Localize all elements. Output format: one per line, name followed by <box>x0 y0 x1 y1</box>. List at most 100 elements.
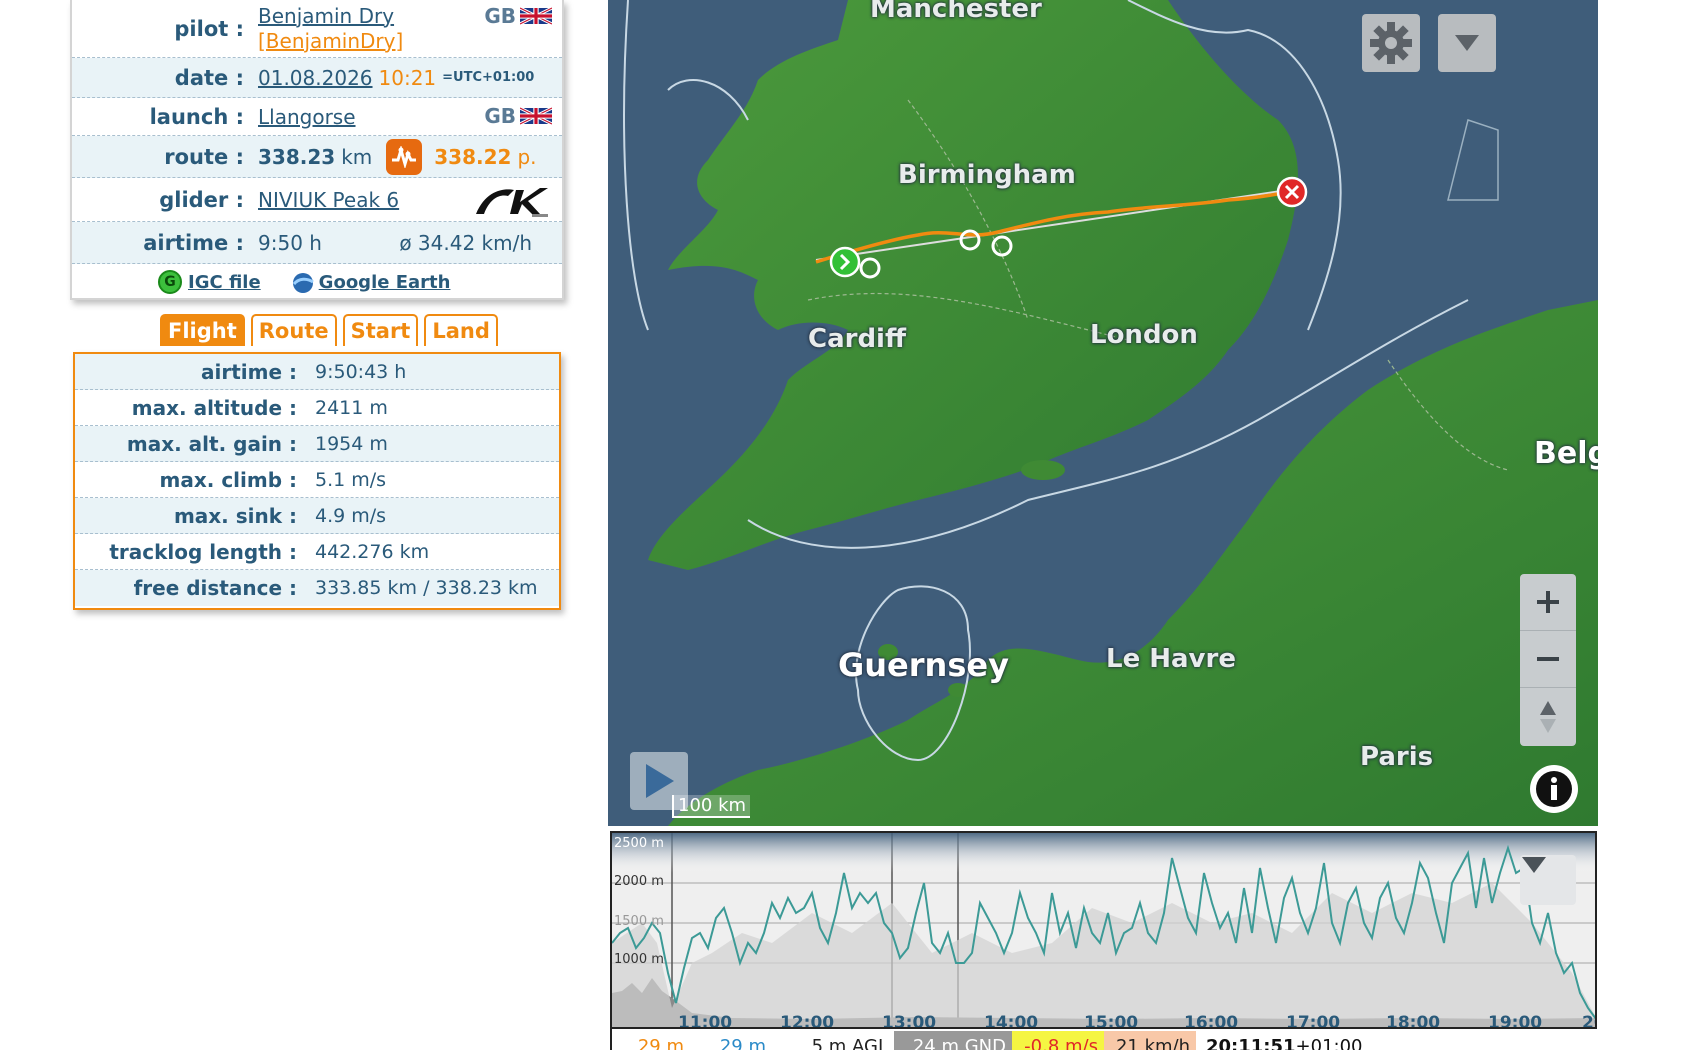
x-axis-label: 13:00 <box>882 1013 936 1029</box>
google-earth-link[interactable]: Google Earth <box>319 272 451 293</box>
info-icon <box>1536 771 1572 807</box>
pilot-label: pilot : <box>174 16 244 41</box>
y-axis-label: 2500 m <box>614 836 664 851</box>
stat-row: max. sink : 4.9 m/s <box>75 498 559 534</box>
tab-flight[interactable]: Flight <box>160 314 245 346</box>
map-label-manchester: Manchester <box>870 0 1042 24</box>
stat-row: max. altitude : 2411 m <box>75 390 559 426</box>
launch-country-code: GB <box>484 104 516 128</box>
pilot-country-code: GB <box>484 4 516 28</box>
stat-row: tracklog length : 442.276 km <box>75 534 559 570</box>
stat-value: 4.9 m/s <box>315 504 387 527</box>
gnd-value: 24 m GND <box>894 1031 1012 1050</box>
airtime-row: airtime : 9:50 h ø 34.42 km/h <box>72 222 562 264</box>
x-axis-label: 20 <box>1582 1013 1597 1029</box>
altitude-chart: 2500 m 2000 m 1500 m 1000 m 11:00 12:00 … <box>612 833 1597 1029</box>
minus-icon <box>1537 657 1559 661</box>
stat-label: max. sink : <box>173 503 297 528</box>
time-value: 10:21 <box>378 65 437 90</box>
download-row: G IGC file Google Earth <box>72 264 562 300</box>
glider-link[interactable]: NIVIUK Peak 6 <box>258 188 399 212</box>
date-label: date : <box>174 65 244 90</box>
plus-icon <box>1537 591 1559 613</box>
tab-land[interactable]: Land <box>424 314 498 346</box>
stat-row: free distance : 333.85 km / 338.23 km <box>75 570 559 606</box>
map-label-belgium: Belg <box>1534 436 1598 471</box>
stat-label: max. climb : <box>159 467 297 492</box>
pilot-country: GB <box>484 4 552 28</box>
glider-row: glider : NIVIUK Peak 6 <box>72 178 562 222</box>
x-axis-label: 15:00 <box>1084 1013 1138 1029</box>
map-menu-button[interactable] <box>1438 14 1496 72</box>
flight-tabs: Flight Route Start Land <box>160 314 498 346</box>
y-axis-label: 1000 m <box>614 952 664 967</box>
pilot-handle-link[interactable]: [BenjaminDry] <box>258 29 403 54</box>
stat-row: airtime : 9:50:43 h <box>75 354 559 390</box>
profile-fade <box>612 833 1595 873</box>
route-points-unit: p. <box>517 144 537 169</box>
route-label: route : <box>164 144 244 169</box>
timezone-value: =UTC+01:00 <box>442 70 535 85</box>
gps-altitude: 29 m <box>637 1035 684 1050</box>
agl-value: 5 m AGL <box>811 1035 888 1050</box>
speed-value: 21 km/h <box>1104 1031 1196 1050</box>
launch-country: GB <box>484 104 552 128</box>
launch-row: launch : Llangorse GB <box>72 98 562 136</box>
avg-speed-value: ø 34.42 km/h <box>399 230 532 255</box>
tab-start[interactable]: Start <box>342 314 419 346</box>
map-label-le-havre: Le Havre <box>1106 644 1236 674</box>
profile-collapse-button[interactable] <box>1520 855 1576 905</box>
x-axis-label: 18:00 <box>1386 1013 1440 1029</box>
igc-file-link[interactable]: IGC file <box>188 272 261 293</box>
x-axis-label: 14:00 <box>984 1013 1038 1029</box>
stat-row: max. alt. gain : 1954 m <box>75 426 559 462</box>
stat-value: 442.276 km <box>315 540 430 563</box>
y-axis-label: 2000 m <box>614 874 664 889</box>
chevron-down-icon <box>1522 857 1546 873</box>
zoom-out-button[interactable] <box>1520 631 1576 688</box>
compass-button[interactable] <box>1520 688 1576 745</box>
flight-info-panel: pilot : Benjamin Dry [BenjaminDry] GB da… <box>70 0 564 300</box>
x-axis-label: 16:00 <box>1184 1013 1238 1029</box>
track-time-tz: +01:00 <box>1295 1035 1363 1050</box>
flight-map[interactable]: Manchester Birmingham Cardiff London Gue… <box>608 0 1598 826</box>
gear-icon <box>1370 22 1412 64</box>
stat-value: 5.1 m/s <box>315 468 387 491</box>
google-earth-icon <box>292 273 314 293</box>
map-label-paris: Paris <box>1360 742 1434 772</box>
stat-row: max. climb : 5.1 m/s <box>75 462 559 498</box>
uk-flag-icon <box>520 6 552 26</box>
date-row: date : 01.08.2026 10:21 =UTC+01:00 <box>72 58 562 98</box>
stat-label: max. altitude : <box>131 395 297 420</box>
glider-label: glider : <box>159 187 244 212</box>
start-marker-icon <box>829 246 861 278</box>
tab-route[interactable]: Route <box>250 314 337 346</box>
compass-icon <box>1540 700 1556 733</box>
zoom-in-button[interactable] <box>1520 574 1576 631</box>
airtime-label: airtime : <box>143 230 244 255</box>
route-distance: 338.23 <box>258 144 336 169</box>
altitude-profile[interactable]: 2500 m 2000 m 1500 m 1000 m 11:00 12:00 … <box>610 831 1597 1029</box>
play-icon <box>646 764 674 798</box>
map-terrain <box>623 0 1598 826</box>
pilot-name-link[interactable]: Benjamin Dry <box>258 4 403 29</box>
map-info-button[interactable] <box>1530 765 1578 813</box>
igc-icon: G <box>158 270 182 294</box>
track-time-value: 20:11:51 <box>1206 1035 1296 1050</box>
launch-link[interactable]: Llangorse <box>258 105 356 129</box>
stat-value: 333.85 km / 338.23 km <box>315 577 538 599</box>
stat-value: 2411 m <box>315 396 388 419</box>
pilot-row: pilot : Benjamin Dry [BenjaminDry] GB <box>72 0 562 58</box>
settings-button[interactable] <box>1362 14 1420 72</box>
stat-label: max. alt. gain : <box>126 431 297 456</box>
stat-value: 9:50:43 h <box>315 360 407 383</box>
launch-label: launch : <box>149 104 244 129</box>
uk-flag-icon <box>520 106 552 126</box>
map-label-cardiff: Cardiff <box>808 324 907 354</box>
map-label-birmingham: Birmingham <box>898 160 1076 190</box>
niviuk-logo-icon <box>476 188 548 217</box>
zoom-controls <box>1520 574 1576 746</box>
date-link[interactable]: 01.08.2026 <box>258 66 373 90</box>
stat-label: airtime : <box>201 359 297 384</box>
stat-label: tracklog length : <box>109 539 297 564</box>
